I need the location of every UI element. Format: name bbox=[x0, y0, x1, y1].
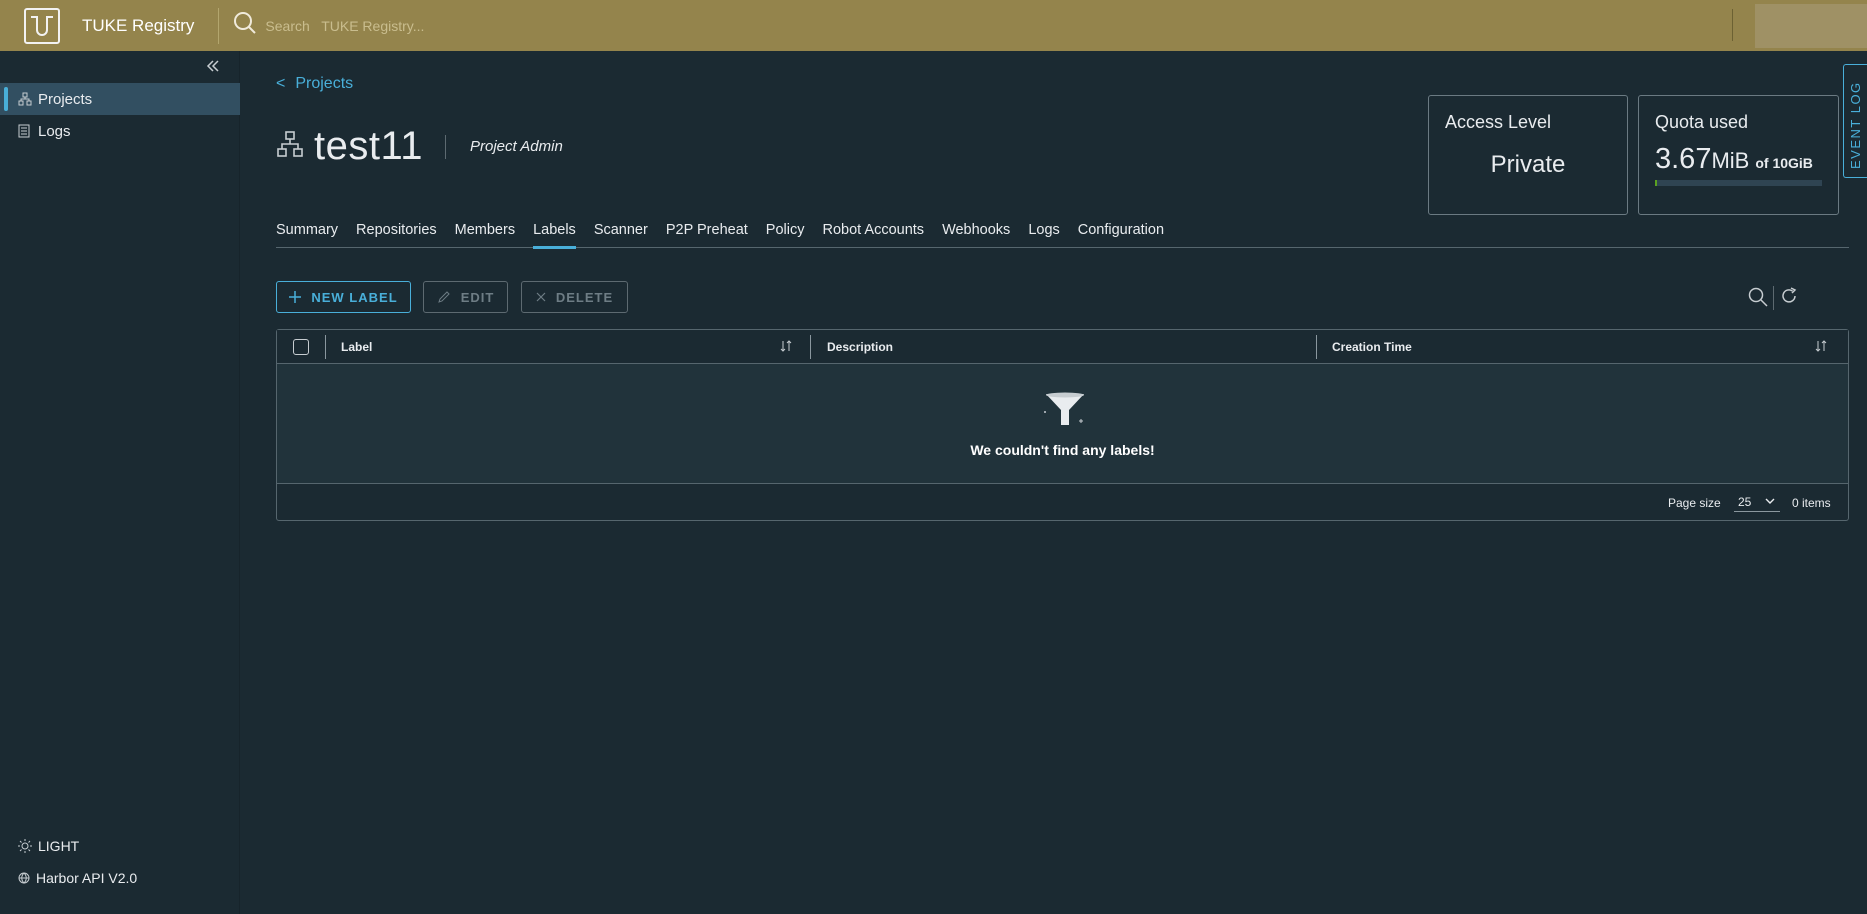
top-header: TUKE Registry bbox=[0, 0, 1867, 51]
column-separator bbox=[1316, 335, 1317, 359]
items-count: 0 items bbox=[1792, 496, 1831, 510]
logo-icon[interactable] bbox=[24, 7, 60, 44]
sort-label-icon[interactable] bbox=[779, 339, 793, 353]
empty-message: We couldn't find any labels! bbox=[970, 442, 1155, 458]
refresh-icon[interactable] bbox=[1780, 287, 1798, 305]
edit-text: EDIT bbox=[460, 289, 495, 305]
labels-table: Label Description Creation Time We could… bbox=[276, 329, 1849, 521]
table-header: Label Description Creation Time bbox=[277, 330, 1848, 364]
sidebar-item-label: Logs bbox=[38, 122, 71, 140]
column-separator bbox=[325, 335, 326, 359]
event-log-tab[interactable]: EVENT LOG bbox=[1843, 64, 1867, 178]
tab-summary[interactable]: Summary bbox=[276, 222, 338, 248]
quota-card: Quota used 3.67 MiB of 10GiB bbox=[1638, 95, 1839, 215]
search-icon[interactable] bbox=[233, 11, 257, 40]
toolbar-divider bbox=[1773, 286, 1774, 310]
new-label-button[interactable]: NEW LABEL bbox=[276, 281, 411, 313]
quota-limit: of 10GiB bbox=[1755, 155, 1813, 171]
brand-name[interactable]: TUKE Registry bbox=[82, 16, 194, 36]
tab-webhooks[interactable]: Webhooks bbox=[942, 222, 1010, 248]
access-level-value: Private bbox=[1490, 151, 1566, 178]
sort-creation-time-icon[interactable] bbox=[1814, 339, 1828, 353]
page-title: test11 bbox=[314, 124, 423, 168]
table-footer: Page size 25 0 items bbox=[277, 484, 1848, 520]
edit-button[interactable]: EDIT bbox=[423, 281, 508, 313]
tab-repositories[interactable]: Repositories bbox=[356, 222, 437, 248]
empty-filter-icon bbox=[1043, 392, 1087, 433]
theme-toggle-label: LIGHT bbox=[38, 838, 80, 854]
sidebar-item-label: Projects bbox=[38, 90, 93, 108]
search-input[interactable] bbox=[265, 17, 566, 34]
project-role: Project Admin bbox=[470, 138, 563, 155]
delete-text: DELETE bbox=[555, 289, 614, 305]
tab-labels[interactable]: Labels bbox=[533, 222, 576, 249]
quota-value: 3.67 MiB of 10GiB bbox=[1655, 143, 1822, 176]
page-size-value: 25 bbox=[1738, 494, 1752, 509]
column-header-creation-time[interactable]: Creation Time bbox=[1332, 330, 1412, 364]
chevron-down-icon bbox=[1764, 495, 1776, 507]
quota-number: 3.67 bbox=[1655, 143, 1712, 175]
event-log-label: EVENT LOG bbox=[1848, 81, 1863, 169]
api-globe-icon bbox=[18, 872, 30, 884]
breadcrumb[interactable]: < Projects bbox=[276, 75, 353, 93]
header-divider bbox=[218, 7, 220, 44]
logs-icon bbox=[18, 124, 32, 138]
close-icon bbox=[536, 292, 546, 302]
sidebar: Projects Logs LIGHT Harbor API V2.0 bbox=[0, 51, 240, 914]
tab-p2p-preheat[interactable]: P2P Preheat bbox=[666, 222, 748, 248]
access-level-title: Access Level bbox=[1445, 112, 1552, 132]
sun-icon bbox=[18, 839, 32, 853]
column-separator bbox=[810, 335, 811, 359]
breadcrumb-projects-link[interactable]: Projects bbox=[295, 75, 353, 92]
plus-icon bbox=[289, 291, 302, 303]
breadcrumb-arrow: < bbox=[276, 75, 286, 92]
quota-title: Quota used bbox=[1655, 112, 1749, 132]
tab-configuration[interactable]: Configuration bbox=[1078, 222, 1164, 248]
access-level-card: Access Level Private bbox=[1428, 95, 1628, 215]
pencil-icon bbox=[437, 290, 451, 304]
tab-logs[interactable]: Logs bbox=[1028, 222, 1059, 248]
project-icon bbox=[276, 130, 304, 163]
delete-button[interactable]: DELETE bbox=[521, 281, 628, 313]
project-tabs: Summary Repositories Members Labels Scanner P… bbox=[276, 222, 1849, 249]
page-size-select[interactable]: 25 bbox=[1734, 492, 1780, 512]
collapse-sidebar-icon[interactable] bbox=[206, 59, 220, 78]
column-header-description[interactable]: Description bbox=[827, 330, 893, 364]
table-body: We couldn't find any labels! bbox=[277, 364, 1848, 484]
quota-progress-fill bbox=[1655, 180, 1657, 186]
title-divider bbox=[445, 134, 446, 159]
project-header: test11 Project Admin bbox=[276, 124, 563, 169]
tab-robot-accounts[interactable]: Robot Accounts bbox=[822, 222, 924, 248]
api-link-label: Harbor API V2.0 bbox=[36, 870, 138, 886]
sidebar-item-logs[interactable]: Logs bbox=[0, 115, 240, 147]
api-link[interactable]: Harbor API V2.0 bbox=[18, 870, 137, 886]
tab-members[interactable]: Members bbox=[455, 222, 515, 248]
filter-search-icon[interactable] bbox=[1748, 287, 1768, 307]
user-menu[interactable] bbox=[1755, 4, 1867, 48]
sidebar-item-projects[interactable]: Projects bbox=[0, 83, 240, 115]
quota-progress-bar bbox=[1655, 180, 1822, 186]
column-header-label[interactable]: Label bbox=[341, 330, 372, 364]
projects-icon bbox=[18, 92, 32, 106]
theme-toggle[interactable]: LIGHT bbox=[18, 838, 79, 854]
tab-policy[interactable]: Policy bbox=[766, 222, 805, 248]
new-label-text: NEW LABEL bbox=[311, 289, 398, 305]
page-size-label: Page size bbox=[1668, 496, 1721, 510]
global-search[interactable] bbox=[233, 11, 566, 40]
select-all-checkbox[interactable] bbox=[293, 339, 309, 355]
header-right-divider bbox=[1732, 9, 1733, 41]
quota-unit: MiB bbox=[1711, 148, 1750, 173]
tab-scanner[interactable]: Scanner bbox=[594, 222, 648, 248]
